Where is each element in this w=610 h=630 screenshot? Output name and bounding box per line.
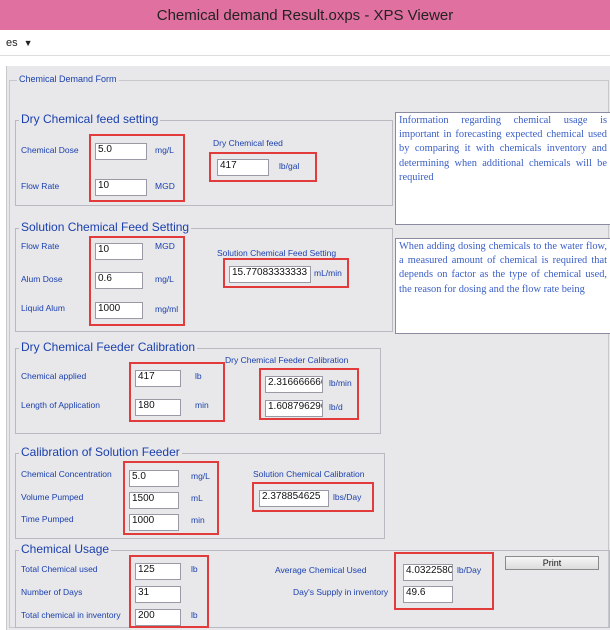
dry-dose-field[interactable]: 5.0 — [95, 143, 147, 160]
dry-flow-field[interactable]: 10 — [95, 179, 147, 196]
info-text-usage: Information regarding chemical usage is … — [399, 115, 607, 183]
dry-cal-result-field-1[interactable]: 2.316666666 — [265, 376, 323, 393]
length-app-unit: min — [195, 400, 209, 410]
time-pumped-label: Time Pumped — [21, 514, 74, 524]
supply-field[interactable]: 49.6 — [403, 586, 453, 603]
dry-calibration-result-label: Dry Chemical Feeder Calibration — [225, 355, 349, 365]
info-panel-usage: Information regarding chemical usage is … — [395, 112, 610, 225]
inventory-unit: lb — [191, 610, 198, 620]
form-title: Chemical Demand Form — [17, 74, 119, 84]
info-panel-dosing: When adding dosing chemicals to the wate… — [395, 238, 610, 334]
inventory-label: Total chemical in inventory — [21, 610, 121, 620]
print-button[interactable]: Print — [505, 556, 599, 570]
window-title-bar: Chemical demand Result.oxps - XPS Viewer — [0, 0, 610, 30]
chem-applied-unit: lb — [195, 371, 202, 381]
alum-dose-label: Alum Dose — [21, 274, 63, 284]
inventory-field[interactable]: 200 — [135, 609, 181, 626]
chem-applied-field[interactable]: 417 — [135, 370, 181, 387]
menu-item[interactable]: es ▼ — [6, 37, 33, 49]
dry-feed-title: Dry Chemical feed setting — [19, 112, 161, 126]
length-app-field[interactable]: 180 — [135, 399, 181, 416]
volume-pumped-unit: mL — [191, 493, 203, 503]
dry-dose-unit: mg/L — [155, 145, 174, 155]
solution-calibration-title: Calibration of Solution Feeder — [19, 445, 182, 459]
solution-feed-group — [15, 228, 393, 332]
dry-cal-result-field-2[interactable]: 1.608796296 — [265, 400, 323, 417]
document-viewport: Chemical Demand Form Dry Chemical feed s… — [6, 66, 610, 630]
total-used-label: Total Chemical used — [21, 564, 98, 574]
alum-dose-unit: mg/L — [155, 274, 174, 284]
days-label: Number of Days — [21, 587, 83, 597]
dry-result-field[interactable]: 417 — [217, 159, 269, 176]
menu-item-label: es — [6, 36, 18, 49]
sol-calibration-result-unit: lbs/Day — [333, 492, 362, 502]
usage-title: Chemical Usage — [19, 542, 112, 556]
liquid-alum-label: Liquid Alum — [21, 303, 65, 313]
alum-dose-field[interactable]: 0.6 — [95, 272, 143, 289]
sol-flow-label: Flow Rate — [21, 241, 60, 251]
volume-pumped-label: Volume Pumped — [21, 492, 84, 502]
liquid-alum-field[interactable]: 1000 — [95, 302, 143, 319]
dry-cal-result-unit-1: lb/min — [329, 378, 352, 388]
print-button-label: Print — [542, 558, 562, 568]
avg-used-field[interactable]: 4.0322580 — [403, 564, 453, 581]
avg-used-label: Average Chemical Used — [275, 565, 367, 575]
toolbar-spacer — [0, 56, 610, 66]
solution-feed-title: Solution Chemical Feed Setting — [19, 220, 192, 234]
dry-calibration-title: Dry Chemical Feeder Calibration — [19, 340, 198, 354]
dry-flow-label: Flow Rate — [21, 181, 60, 191]
window-title: Chemical demand Result.oxps - XPS Viewer — [156, 6, 454, 24]
concentration-field[interactable]: 5.0 — [129, 470, 179, 487]
sol-flow-field[interactable]: 10 — [95, 243, 143, 260]
dry-dose-label: Chemical Dose — [21, 145, 79, 155]
length-app-label: Length of Application — [21, 400, 100, 410]
total-used-field[interactable]: 125 — [135, 563, 181, 580]
sol-flow-unit: MGD — [155, 241, 175, 251]
sol-calibration-result-label: Solution Chemical Calibration — [253, 469, 365, 479]
concentration-label: Chemical Concentration — [21, 469, 112, 479]
chevron-down-icon: ▼ — [23, 37, 33, 48]
dry-cal-result-unit-2: lb/d — [329, 402, 343, 412]
liquid-alum-unit: mg/ml — [155, 304, 179, 314]
menu-bar: es ▼ — [0, 30, 610, 56]
dry-result-unit: lb/gal — [279, 161, 300, 171]
concentration-unit: mg/L — [191, 471, 210, 481]
supply-label: Day's Supply in inventory — [293, 587, 389, 597]
time-pumped-field[interactable]: 1000 — [129, 514, 179, 531]
sol-result-unit: mL/min — [314, 268, 342, 278]
days-field[interactable]: 31 — [135, 586, 181, 603]
info-text-dosing: When adding dosing chemicals to the wate… — [399, 241, 607, 295]
sol-result-label: Solution Chemical Feed Setting — [217, 248, 337, 258]
total-used-unit: lb — [191, 564, 198, 574]
volume-pumped-field[interactable]: 1500 — [129, 492, 179, 509]
avg-used-unit: lb/Day — [457, 565, 482, 575]
sol-result-field[interactable]: 15.77083333333 — [229, 266, 311, 283]
dry-result-label: Dry Chemical feed — [213, 138, 283, 148]
chem-applied-label: Chemical applied — [21, 371, 87, 381]
time-pumped-unit: min — [191, 515, 205, 525]
dry-feed-group — [15, 120, 393, 206]
sol-calibration-result-field[interactable]: 2.378854625 — [259, 490, 329, 507]
dry-flow-unit: MGD — [155, 181, 175, 191]
